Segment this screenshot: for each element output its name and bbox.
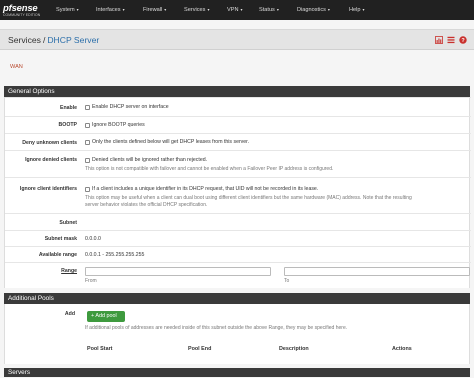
additional-pools-heading: Additional Pools: [4, 293, 470, 304]
chart-icon[interactable]: [435, 36, 443, 44]
pfsense-logo[interactable]: pfsense COMMUNITY EDITION: [0, 0, 48, 20]
deny-unknown-label: Deny unknown clients: [22, 140, 77, 146]
subnet-mask-value: 0.0.0.0: [85, 236, 101, 242]
breadcrumb-separator: /: [42, 35, 46, 45]
tab-wan[interactable]: WAN: [10, 64, 23, 70]
caret-down-icon: ▾: [362, 7, 365, 12]
range-row: Range From To: [5, 262, 471, 288]
pools-table-header: Pool Start Pool End Description Actions: [5, 337, 471, 364]
range-to-label: To: [284, 278, 290, 284]
breadcrumb-current[interactable]: DHCP Server: [47, 35, 99, 45]
additional-pools-panel: Add + Add pool If additional pools of ad…: [4, 304, 470, 364]
menu-status[interactable]: Status ▾: [259, 0, 279, 20]
ignore-identifiers-row: Ignore client identifiers If a client in…: [5, 177, 471, 213]
help-icon[interactable]: ?: [459, 36, 467, 44]
breadcrumb: Services / DHCP Server: [8, 34, 99, 46]
menu-system[interactable]: System ▾: [56, 0, 79, 20]
general-options-panel: Enable Enable DHCP server on interface B…: [4, 97, 471, 288]
ignore-denied-help: This option is not compatible with failo…: [85, 166, 334, 172]
logo-sub: COMMUNITY EDITION: [3, 12, 41, 17]
col-description: Description: [279, 346, 309, 352]
col-pool-start: Pool Start: [87, 346, 113, 352]
pools-add-label: Add: [64, 311, 75, 317]
subnet-label: Subnet: [59, 220, 77, 226]
breadcrumb-parent[interactable]: Services: [8, 35, 41, 45]
menu-interfaces[interactable]: Interfaces ▾: [96, 0, 125, 20]
bootp-label: BOOTP: [58, 122, 77, 128]
servers-heading: Servers: [4, 368, 470, 377]
range-from-input[interactable]: [85, 267, 271, 276]
breadcrumb-bar: Services / DHCP Server ?: [0, 29, 474, 50]
ignore-denied-label: Ignore denied clients: [25, 157, 77, 163]
logo-main: pfsense: [3, 2, 38, 14]
menu-services[interactable]: Services ▾: [184, 0, 209, 20]
subnet-mask-row: Subnet mask 0.0.0.0: [5, 230, 471, 246]
plus-icon: +: [91, 313, 95, 319]
ignore-denied-checkbox[interactable]: [85, 158, 90, 163]
deny-unknown-text: Only the clients defined below will get …: [92, 139, 250, 145]
menu-help[interactable]: Help ▾: [349, 0, 365, 20]
available-range-label: Available range: [38, 252, 77, 258]
enable-checkbox[interactable]: [85, 105, 90, 110]
list-icon[interactable]: [447, 36, 455, 44]
caret-down-icon: ▾: [240, 7, 243, 12]
deny-unknown-row: Deny unknown clients Only the clients de…: [5, 133, 471, 150]
subnet-row: Subnet: [5, 213, 471, 230]
bootp-text: Ignore BOOTP queries: [92, 122, 145, 128]
bootp-row: BOOTP Ignore BOOTP queries: [5, 116, 471, 133]
caret-down-icon: ▾: [164, 7, 167, 12]
subnet-mask-label: Subnet mask: [44, 236, 77, 242]
pools-help: If additional pools of addresses are nee…: [85, 325, 348, 331]
range-from-label: From: [85, 278, 97, 284]
range-to-input[interactable]: [284, 267, 470, 276]
general-options-heading: General Options: [4, 86, 470, 97]
ignore-identifiers-help-1: This option may be useful when a client …: [85, 195, 412, 201]
deny-unknown-checkbox[interactable]: [85, 140, 90, 145]
available-range-value: 0.0.0.1 - 255.255.255.255: [85, 252, 145, 258]
add-pool-button[interactable]: + Add pool: [87, 311, 125, 322]
menu-firewall[interactable]: Firewall ▾: [143, 0, 166, 20]
bootp-checkbox[interactable]: [85, 123, 90, 128]
col-pool-end: Pool End: [188, 346, 212, 352]
available-range-row: Available range 0.0.0.1 - 255.255.255.25…: [5, 246, 471, 262]
caret-down-icon: ▾: [207, 7, 210, 12]
enable-text: Enable DHCP server on interface: [92, 104, 169, 110]
ignore-denied-text: Denied clients will be ignored rather th…: [92, 157, 208, 163]
ignore-identifiers-checkbox[interactable]: [85, 187, 90, 192]
enable-label: Enable: [59, 105, 77, 111]
range-label: Range: [61, 268, 77, 274]
ignore-identifiers-text: If a client includes a unique identifier…: [92, 186, 319, 192]
caret-down-icon: ▾: [327, 7, 330, 12]
col-actions: Actions: [392, 346, 412, 352]
ignore-identifiers-label: Ignore client identifiers: [19, 186, 77, 192]
top-navbar: pfsense COMMUNITY EDITION System ▾ Interf…: [0, 0, 474, 20]
enable-row: Enable Enable DHCP server on interface: [5, 97, 471, 116]
ignore-identifiers-help-2: server behavior violates the official DH…: [85, 202, 208, 208]
caret-down-icon: ▾: [76, 7, 79, 12]
menu-vpn[interactable]: VPN ▾: [227, 0, 243, 20]
ignore-denied-row: Ignore denied clients Denied clients wil…: [5, 150, 471, 177]
caret-down-icon: ▾: [276, 7, 279, 12]
caret-down-icon: ▾: [122, 7, 125, 12]
menu-diagnostics[interactable]: Diagnostics ▾: [297, 0, 330, 20]
